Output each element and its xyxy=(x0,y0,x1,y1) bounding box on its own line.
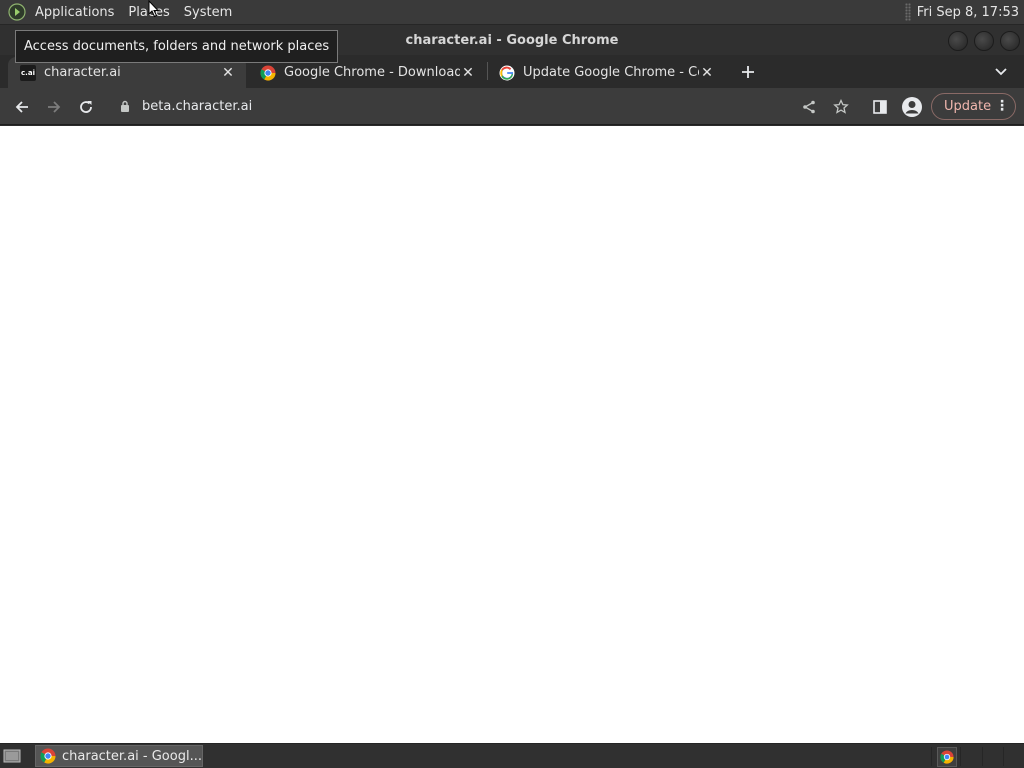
forward-button[interactable] xyxy=(41,94,67,120)
lock-icon[interactable] xyxy=(118,99,132,113)
reload-button[interactable] xyxy=(73,94,99,120)
page-content[interactable] xyxy=(0,126,1024,743)
tray-separator xyxy=(931,747,932,766)
mate-menu-icon[interactable] xyxy=(6,1,28,23)
mouse-cursor-icon xyxy=(148,0,160,18)
address-bar[interactable]: beta.character.ai xyxy=(112,92,864,120)
clock[interactable]: Fri Sep 8, 17:53 xyxy=(917,5,1019,20)
panel-grip-icon xyxy=(904,3,911,21)
update-label: Update xyxy=(944,99,992,114)
minimize-button[interactable] xyxy=(948,31,968,51)
google-icon xyxy=(499,65,515,81)
bookmark-star-icon[interactable] xyxy=(828,94,854,120)
maximize-button[interactable] xyxy=(974,31,994,51)
tab-title: Update Google Chrome - Com xyxy=(523,65,699,80)
applications-menu[interactable]: Applications xyxy=(28,0,121,25)
tab-close-icon[interactable]: ✕ xyxy=(460,65,476,81)
tab-update-google-chrome[interactable]: Update Google Chrome - Com ✕ xyxy=(487,57,725,88)
system-menu[interactable]: System xyxy=(177,0,239,25)
chrome-icon xyxy=(40,748,56,764)
character-ai-favicon-icon: c.ai xyxy=(20,64,36,81)
window-title: character.ai - Google Chrome xyxy=(405,32,619,48)
browser-toolbar: beta.character.ai Update ⋮ xyxy=(0,88,1024,125)
url-text[interactable]: beta.character.ai xyxy=(142,99,252,114)
tab-title: Google Chrome - Download th xyxy=(284,65,460,80)
show-desktop-icon[interactable] xyxy=(1,747,23,765)
side-panel-icon[interactable] xyxy=(867,94,893,120)
taskbar-chrome-window[interactable]: character.ai - Googl... xyxy=(35,745,203,767)
chrome-icon xyxy=(260,65,276,81)
tab-search-button[interactable] xyxy=(990,61,1012,83)
update-button[interactable]: Update ⋮ xyxy=(931,93,1016,120)
taskbar-window-label: character.ai - Googl... xyxy=(62,748,202,764)
share-icon[interactable] xyxy=(796,94,822,120)
close-window-button[interactable] xyxy=(1000,31,1020,51)
profile-avatar-icon[interactable] xyxy=(899,94,925,120)
tray-separator xyxy=(982,747,983,766)
tab-title: character.ai xyxy=(44,65,121,80)
tab-close-icon[interactable]: ✕ xyxy=(699,65,715,81)
back-button[interactable] xyxy=(9,94,35,120)
places-tooltip: Access documents, folders and network pl… xyxy=(15,30,339,63)
new-tab-button[interactable] xyxy=(736,61,760,83)
workspace-chrome-icon[interactable] xyxy=(937,747,957,767)
kebab-menu-icon[interactable]: ⋮ xyxy=(995,98,1009,114)
tray-separator xyxy=(960,747,961,766)
tab-separator xyxy=(487,62,488,80)
bottom-taskbar: character.ai - Googl... xyxy=(0,743,1024,768)
tray-separator xyxy=(1003,747,1004,766)
tab-close-icon[interactable]: ✕ xyxy=(220,65,236,81)
